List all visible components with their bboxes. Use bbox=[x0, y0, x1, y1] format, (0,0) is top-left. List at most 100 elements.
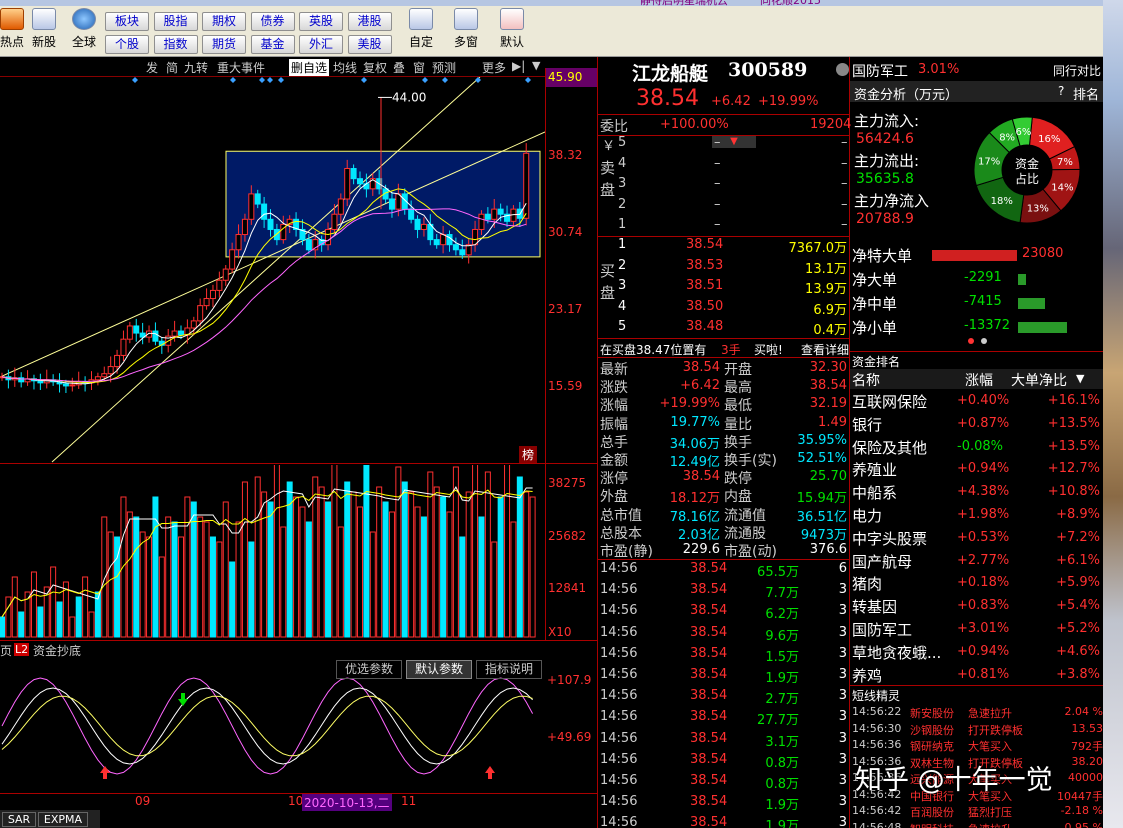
candle[interactable] bbox=[459, 249, 466, 256]
volume-bar[interactable] bbox=[261, 491, 268, 638]
volume-bar[interactable] bbox=[235, 521, 242, 638]
rank-row[interactable]: 养鸡 +0.81% +3.8% bbox=[850, 664, 1103, 686]
tab-expma[interactable]: EXPMA bbox=[38, 812, 88, 827]
indicator-chart[interactable] bbox=[0, 662, 545, 793]
volume-bar[interactable] bbox=[222, 501, 229, 638]
candle[interactable] bbox=[452, 244, 459, 251]
volume-bar[interactable] bbox=[178, 536, 184, 638]
rank-row[interactable]: 转基因 +0.83% +5.4% bbox=[850, 595, 1103, 617]
candlestick-chart[interactable]: 44.00 bbox=[0, 77, 545, 463]
volume-bar[interactable] bbox=[516, 476, 523, 638]
candle[interactable] bbox=[446, 234, 453, 246]
volume-bar[interactable] bbox=[293, 496, 300, 638]
buy-row[interactable]: 4 38.50 6.9万 bbox=[598, 298, 849, 319]
volume-bar[interactable] bbox=[152, 496, 159, 638]
candle[interactable] bbox=[261, 203, 268, 220]
tick-row[interactable]: 14:56 38.54 9.6万 3 bbox=[598, 624, 849, 645]
candle[interactable] bbox=[414, 218, 421, 230]
volume-bar[interactable] bbox=[171, 521, 178, 638]
short-line-row[interactable]: 14:56:22 新安股份 急速拉升 2.04 % bbox=[850, 705, 1103, 721]
tab-fund-bottom[interactable]: 资金抄底 bbox=[33, 642, 81, 659]
volume-bar[interactable] bbox=[56, 601, 63, 638]
volume-bar[interactable] bbox=[363, 465, 370, 638]
volume-bar[interactable] bbox=[484, 471, 491, 638]
rank-row[interactable]: 中字头股票 +0.53% +7.2% bbox=[850, 527, 1103, 549]
volume-bar[interactable] bbox=[267, 501, 274, 638]
rank-row[interactable]: 电力 +1.98% +8.9% bbox=[850, 504, 1103, 526]
volume-bar[interactable] bbox=[414, 506, 421, 638]
volume-bar[interactable] bbox=[101, 516, 108, 638]
volume-bar[interactable] bbox=[139, 531, 146, 638]
volume-bar[interactable] bbox=[0, 616, 5, 638]
volume-bar[interactable] bbox=[18, 611, 25, 638]
candle[interactable] bbox=[497, 208, 504, 215]
market-button-2[interactable]: 期权 bbox=[202, 12, 246, 31]
rank-row[interactable]: 猪肉 +0.18% +5.9% bbox=[850, 572, 1103, 594]
candle[interactable] bbox=[171, 330, 178, 337]
buy-row[interactable]: 3 38.51 13.9万 bbox=[598, 277, 849, 298]
market-button-6[interactable]: 个股 bbox=[105, 35, 149, 54]
tick-row[interactable]: 14:56 38.54 1.9万 3 bbox=[598, 793, 849, 814]
candle[interactable] bbox=[440, 234, 447, 246]
volume-bar[interactable] bbox=[376, 486, 383, 638]
candle[interactable] bbox=[235, 234, 242, 251]
volume-bar[interactable] bbox=[30, 571, 37, 638]
rank-row[interactable]: 保险及其他 -0.08% +13.5% bbox=[850, 436, 1103, 458]
sector-name[interactable]: 国防军工 bbox=[852, 61, 908, 81]
volume-bar[interactable] bbox=[50, 566, 57, 638]
chart-tool-4[interactable]: 删自选 bbox=[289, 59, 330, 76]
tick-row[interactable]: 14:56 38.54 27.7万 3 bbox=[598, 708, 849, 729]
tick-row[interactable]: 14:56 38.54 0.8万 3 bbox=[598, 772, 849, 793]
candle[interactable] bbox=[388, 198, 395, 210]
volume-bar[interactable] bbox=[299, 506, 306, 638]
volume-bar[interactable] bbox=[446, 511, 453, 638]
candle[interactable] bbox=[101, 373, 108, 378]
volume-bar[interactable] bbox=[478, 516, 485, 638]
volume-bar[interactable] bbox=[82, 576, 89, 638]
candle[interactable] bbox=[491, 208, 498, 220]
event-marker[interactable] bbox=[278, 77, 284, 83]
candle[interactable] bbox=[337, 198, 344, 215]
volume-bar[interactable] bbox=[11, 576, 18, 638]
rank-row[interactable]: 中船系 +4.38% +10.8% bbox=[850, 481, 1103, 503]
market-button-1[interactable]: 股指 bbox=[153, 12, 198, 31]
candle[interactable] bbox=[178, 330, 184, 336]
settings-gear-icon[interactable] bbox=[836, 63, 849, 76]
tick-row[interactable]: 14:56 38.54 7.7万 3 bbox=[598, 581, 849, 602]
volume-bar[interactable] bbox=[209, 536, 216, 638]
event-marker[interactable] bbox=[267, 77, 273, 83]
volume-bar[interactable] bbox=[216, 541, 223, 638]
candle[interactable] bbox=[114, 354, 121, 368]
page-dot-active[interactable] bbox=[968, 338, 974, 344]
chart-tool-6[interactable]: 复权 bbox=[363, 59, 387, 76]
event-marker[interactable] bbox=[422, 77, 428, 83]
chart-tool-9[interactable]: 预测 bbox=[432, 59, 456, 76]
volume-bar[interactable] bbox=[440, 496, 447, 638]
volume-bar[interactable] bbox=[350, 491, 357, 638]
rank-row[interactable]: 国防军工 +3.01% +5.2% bbox=[850, 618, 1103, 640]
volume-bar[interactable] bbox=[408, 491, 415, 638]
candle[interactable] bbox=[248, 193, 255, 220]
volume-bar[interactable] bbox=[369, 531, 376, 638]
chart-tool-1[interactable]: 简 bbox=[166, 59, 178, 76]
volume-bar[interactable] bbox=[318, 486, 325, 638]
candle[interactable] bbox=[107, 366, 114, 375]
market-button-7[interactable]: 指数 bbox=[153, 35, 198, 54]
candle[interactable] bbox=[350, 168, 357, 180]
candle[interactable] bbox=[133, 325, 140, 334]
volume-bar[interactable] bbox=[254, 476, 261, 638]
candle[interactable] bbox=[420, 223, 427, 230]
volume-bar[interactable] bbox=[5, 596, 12, 638]
volume-bar[interactable] bbox=[146, 536, 153, 638]
volume-bar[interactable] bbox=[37, 606, 44, 638]
candle[interactable] bbox=[126, 325, 133, 340]
volume-bar[interactable] bbox=[459, 536, 466, 638]
multi-window-button[interactable]: 多窗 bbox=[448, 8, 484, 50]
volume-bar[interactable] bbox=[395, 466, 402, 638]
candle[interactable] bbox=[408, 208, 415, 220]
rank-row[interactable]: 养殖业 +0.94% +12.7% bbox=[850, 458, 1103, 480]
candle[interactable] bbox=[325, 228, 332, 246]
default-params-button[interactable]: 默认参数 bbox=[406, 660, 472, 679]
view-detail-link[interactable]: 查看详细 bbox=[801, 341, 849, 358]
candle[interactable] bbox=[222, 268, 229, 281]
